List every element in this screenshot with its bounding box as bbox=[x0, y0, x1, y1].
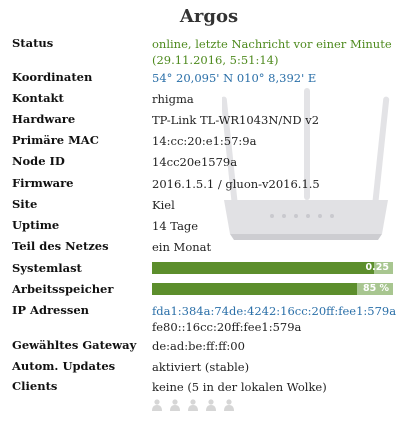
partof-value: ein Monat bbox=[152, 240, 212, 254]
ip-value: fda1:384a:74de:4242:16cc:20ff:fee1:579a … bbox=[152, 303, 414, 335]
site-value: Kiel bbox=[152, 198, 175, 212]
firmware-label: Firmware bbox=[12, 176, 74, 190]
coordinates-link[interactable]: 54° 20,095' N 010° 8,392' E bbox=[152, 70, 414, 86]
nodeid-value: 14cc20e1579a bbox=[152, 155, 238, 169]
person-icon bbox=[224, 399, 235, 411]
client-avatars bbox=[152, 396, 237, 415]
autoupdate-value: aktiviert (stable) bbox=[152, 360, 250, 374]
uptime-label: Uptime bbox=[12, 218, 60, 232]
status-label: Status bbox=[12, 36, 54, 50]
gateway-value: de:ad:be:ff:ff:00 bbox=[152, 339, 245, 353]
load-bar-value: 0.25 bbox=[365, 262, 389, 273]
memory-bar-value: 85 % bbox=[362, 283, 389, 294]
ip-linklocal: fe80::16cc:20ff:fee1:579a bbox=[152, 320, 302, 334]
nodeid-label: Node ID bbox=[12, 154, 65, 168]
node-title: Argos bbox=[179, 6, 239, 27]
ip-global-link[interactable]: fda1:384a:74de:4242:16cc:20ff:fee1:579a bbox=[152, 303, 414, 319]
clients-label: Clients bbox=[12, 379, 58, 393]
memory-label: Arbeitsspeicher bbox=[12, 282, 114, 296]
clients-value: keine (5 in der lokalen Wolke) bbox=[152, 380, 327, 394]
person-icon bbox=[170, 399, 181, 411]
person-icon bbox=[188, 399, 199, 411]
partof-label: Teil des Netzes bbox=[12, 239, 109, 253]
gateway-label: Gewähltes Gateway bbox=[12, 338, 137, 352]
load-bar-fill bbox=[152, 262, 374, 274]
status-timestamp: (29.11.2016, 5:51:14) bbox=[152, 53, 279, 67]
person-icon bbox=[206, 399, 217, 411]
hardware-label: Hardware bbox=[12, 112, 76, 126]
autoupdate-label: Autom. Updates bbox=[12, 359, 116, 373]
load-label: Systemlast bbox=[12, 261, 82, 275]
contact-label: Kontakt bbox=[12, 91, 64, 105]
uptime-value: 14 Tage bbox=[152, 219, 199, 233]
mac-value: 14:cc:20:e1:57:9a bbox=[152, 134, 257, 148]
person-icon bbox=[152, 399, 162, 411]
contact-value: rhigma bbox=[152, 92, 194, 106]
firmware-value: 2016.1.5.1 / gluon-v2016.1.5 bbox=[152, 177, 320, 191]
memory-bar: 85 % bbox=[152, 283, 393, 295]
hardware-value: TP-Link TL-WR1043N/ND v2 bbox=[152, 113, 320, 127]
coordinates-label: Koordinaten bbox=[12, 70, 93, 84]
status-text: online, letzte Nachricht vor einer Minut… bbox=[152, 37, 392, 51]
ip-label: IP Adressen bbox=[12, 303, 89, 317]
status-value: online, letzte Nachricht vor einer Minut… bbox=[152, 36, 414, 68]
load-bar: 0.25 bbox=[152, 262, 393, 274]
site-label: Site bbox=[12, 197, 38, 211]
memory-bar-fill bbox=[152, 283, 357, 295]
mac-label: Primäre MAC bbox=[12, 133, 99, 147]
